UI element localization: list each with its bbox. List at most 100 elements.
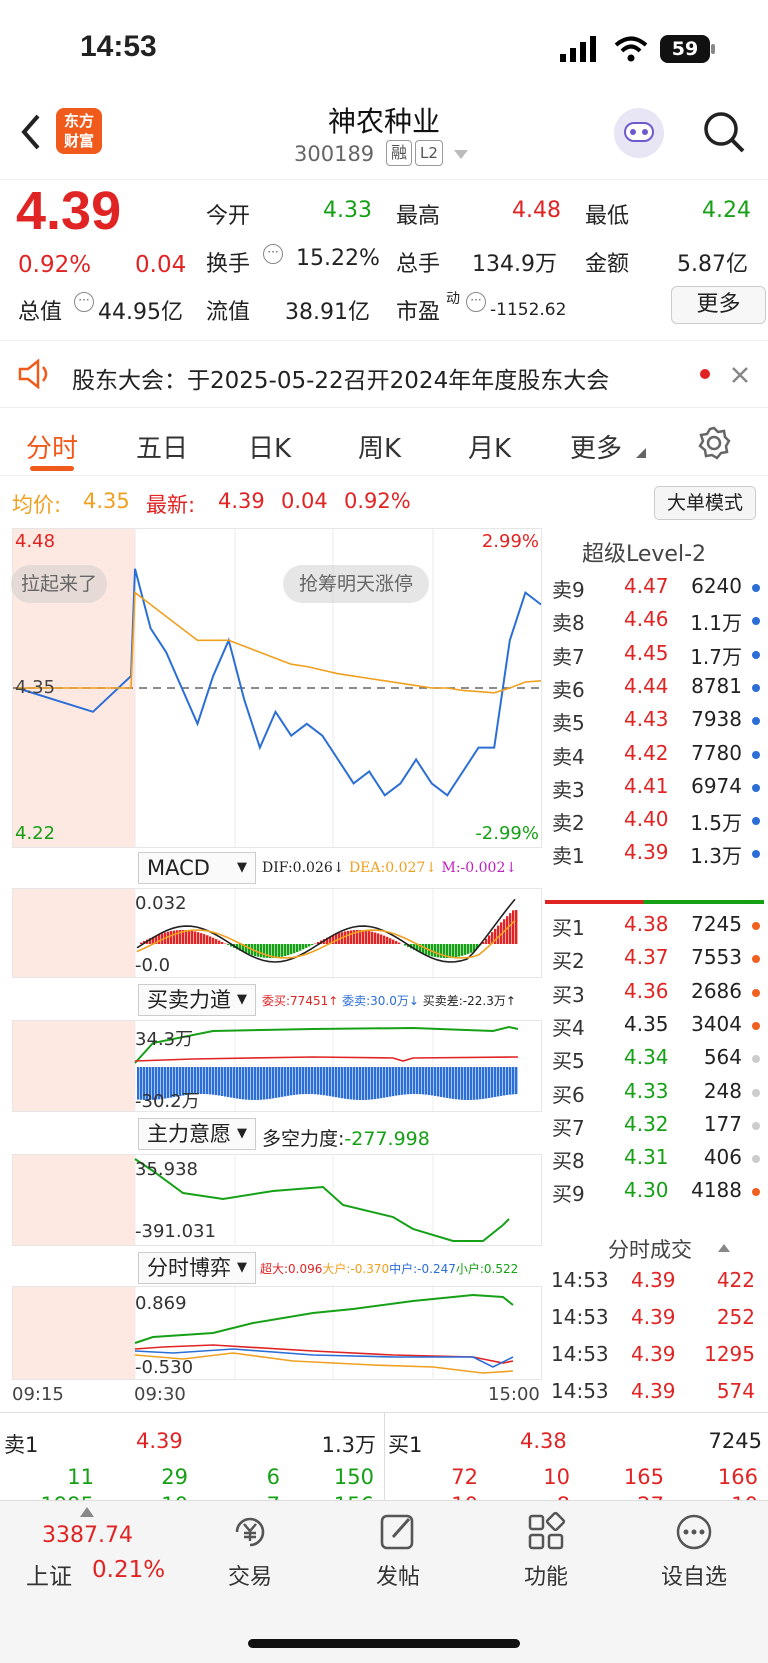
- bid-row[interactable]: 买2 4.37 7553: [552, 945, 762, 979]
- flow-bar: [383, 1067, 386, 1098]
- bid-row[interactable]: 买4 4.35 3404: [552, 1012, 762, 1046]
- pct-high-label: 2.99%: [481, 531, 539, 552]
- macd-chart[interactable]: 0.032 -0.0: [12, 888, 542, 978]
- ask-price: 4.47: [624, 574, 669, 598]
- ask-row[interactable]: 卖3 4.41 6974: [552, 774, 762, 808]
- macd-bar: [194, 931, 197, 944]
- bid-row[interactable]: 买8 4.31 406: [552, 1145, 762, 1179]
- ask-row[interactable]: 卖6 4.44 8781: [552, 674, 762, 708]
- flow-chart[interactable]: 34.3万 -30.2万: [12, 1020, 542, 1112]
- index-pct[interactable]: 0.21%: [92, 1557, 165, 1583]
- nav-functions[interactable]: 功能: [496, 1511, 596, 1591]
- ask-row[interactable]: 卖8 4.46 1.1万: [552, 607, 762, 641]
- bid-row[interactable]: 买3 4.36 2686: [552, 979, 762, 1013]
- info-icon[interactable]: ···: [263, 244, 283, 264]
- flow-top: 34.3万: [135, 1029, 194, 1050]
- bid-row[interactable]: 买1 4.38 7245: [552, 912, 762, 946]
- flow-bar: [395, 1067, 398, 1096]
- x-label-open: 09:30: [134, 1384, 186, 1405]
- bid-price: 4.31: [624, 1145, 669, 1170]
- chevron-up-icon[interactable]: [80, 1507, 94, 1517]
- info-icon[interactable]: ···: [466, 292, 486, 312]
- flow-bar: [299, 1067, 302, 1095]
- more-quote-button[interactable]: 更多: [671, 286, 766, 324]
- tab-5day[interactable]: 五日: [136, 428, 188, 465]
- macd-bar: [293, 944, 296, 954]
- tick-row[interactable]: 14:53 4.39 252: [551, 1305, 761, 1339]
- ask-row[interactable]: 卖4 4.42 7780: [552, 741, 762, 775]
- ask-price: 4.43: [624, 707, 669, 732]
- chevron-up-icon[interactable]: [718, 1244, 730, 1252]
- bid-row[interactable]: 买6 4.33 248: [552, 1079, 762, 1113]
- will-chart[interactable]: 35.938 -391.031: [12, 1154, 542, 1246]
- macd-label: MACD: [147, 856, 210, 880]
- mktcap-value: 44.95亿: [98, 300, 183, 325]
- robot-assistant-icon[interactable]: [614, 108, 664, 158]
- intraday-chart[interactable]: 4.48 4.35 4.22 2.99% -2.99% 拉起来了 抢筹明天涨停: [11, 528, 543, 848]
- flow-bar: [311, 1067, 314, 1095]
- ask-volume: 1.5万: [690, 811, 742, 836]
- tick-time: 14:53: [551, 1268, 609, 1292]
- battery-level: 59: [671, 38, 699, 60]
- flow-bar: [371, 1067, 374, 1100]
- latest-change: 0.04: [281, 489, 328, 513]
- nav-trade[interactable]: 交易: [200, 1511, 300, 1591]
- macd-selector[interactable]: MACD ▼: [138, 852, 256, 884]
- flow-selector[interactable]: 买卖力道 ▼: [138, 984, 256, 1016]
- flow-bar: [437, 1067, 440, 1097]
- flow-bar: [485, 1067, 488, 1099]
- macd-bar: [455, 944, 458, 958]
- index-name[interactable]: 上证: [26, 1557, 72, 1591]
- bid-row[interactable]: 买9 4.30 4188: [552, 1178, 762, 1212]
- macd-bar: [302, 944, 305, 950]
- close-icon[interactable]: [731, 366, 749, 384]
- tab-more[interactable]: 更多: [570, 428, 622, 465]
- pe-label: 市盈: [396, 300, 441, 325]
- game-selector[interactable]: 分时博弈 ▼: [138, 1252, 256, 1284]
- level-badge: L2: [415, 140, 443, 166]
- macd-dif: DIF:0.026↓: [262, 860, 345, 876]
- search-icon[interactable]: [702, 110, 746, 154]
- game-bottom: -0.530: [135, 1357, 194, 1378]
- ask-row[interactable]: 卖7 4.45 1.7万: [552, 641, 762, 675]
- info-icon[interactable]: ···: [74, 292, 94, 312]
- trade-dot-icon: [752, 1188, 760, 1197]
- tab-monthly[interactable]: 月K: [468, 428, 511, 465]
- settings-gear-icon[interactable]: [697, 426, 731, 460]
- last-price: 4.39: [16, 181, 122, 241]
- signal-icon: [560, 36, 596, 62]
- nav-trade-label: 交易: [227, 1565, 272, 1590]
- ask-row[interactable]: 卖1 4.39 1.3万: [552, 840, 762, 874]
- bid-label: 买5: [552, 1049, 585, 1074]
- ask-row[interactable]: 卖5 4.43 7938: [552, 707, 762, 741]
- tick-row[interactable]: 14:53 4.39 574: [551, 1379, 761, 1413]
- macd-bar: [170, 931, 173, 944]
- macd-bar: [452, 944, 455, 958]
- tab-daily[interactable]: 日K: [248, 428, 291, 465]
- nav-post[interactable]: 发帖: [348, 1511, 448, 1591]
- index-value[interactable]: 3387.74: [42, 1523, 133, 1548]
- flow-bar: [392, 1067, 395, 1097]
- game-chart[interactable]: 0.869 -0.530: [12, 1286, 542, 1380]
- depth-buy-label: 买1: [388, 1433, 423, 1457]
- tick-row[interactable]: 14:53 4.39 1295: [551, 1342, 761, 1376]
- depth-sell-qty: 29: [161, 1465, 188, 1489]
- will-selector[interactable]: 主力意愿 ▼: [138, 1118, 256, 1150]
- ask-row[interactable]: 卖9 4.47 6240: [552, 574, 762, 608]
- notice-bar[interactable]: 股东大会：于2025-05-22召开2024年年度股东大会: [0, 340, 768, 408]
- flow-bar: [467, 1067, 470, 1100]
- tick-row[interactable]: 14:53 4.39 422: [551, 1268, 761, 1302]
- tick-price: 4.39: [631, 1342, 676, 1366]
- big-order-mode-button[interactable]: 大单模式: [654, 486, 756, 520]
- tag-bubble[interactable]: 抢筹明天涨停: [283, 565, 430, 603]
- chevron-down-icon[interactable]: [454, 150, 468, 160]
- tab-intraday[interactable]: 分时: [26, 428, 78, 465]
- bid-row[interactable]: 买7 4.32 177: [552, 1112, 762, 1146]
- ask-volume: 7938: [691, 707, 742, 732]
- tab-weekly[interactable]: 周K: [358, 428, 401, 465]
- bid-row[interactable]: 买5 4.34 564: [552, 1045, 762, 1079]
- tag-bubble[interactable]: 拉起来了: [11, 565, 108, 603]
- flow-bar: [278, 1067, 281, 1098]
- nav-add-watchlist[interactable]: 设自选: [644, 1511, 744, 1591]
- ask-row[interactable]: 卖2 4.40 1.5万: [552, 807, 762, 841]
